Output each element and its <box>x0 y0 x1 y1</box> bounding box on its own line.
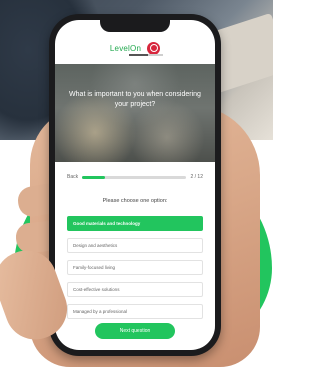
phone-screen: LevelOn What is important to you when co… <box>55 20 215 350</box>
options-list: Good materials and technology Design and… <box>67 216 203 326</box>
app-header: LevelOn <box>55 34 215 62</box>
hero-banner: What is important to you when considerin… <box>55 64 215 162</box>
instruction-text: Please choose one option: <box>102 198 168 204</box>
option-item[interactable]: Family-focused living <box>67 260 203 275</box>
question-title: What is important to you when considerin… <box>69 91 201 108</box>
back-link[interactable]: Back <box>67 174 78 180</box>
progress-bar <box>82 175 187 179</box>
option-item[interactable]: Good materials and technology <box>67 216 203 231</box>
phone-notch <box>100 20 170 32</box>
header-progress-indicator <box>129 54 163 56</box>
logo-text: LevelOn <box>109 43 142 53</box>
progress-bar-fill <box>82 175 106 179</box>
step-counter: 2 / 12 <box>190 174 203 180</box>
quiz-progress: Back 2 / 12 <box>67 172 203 182</box>
option-item[interactable]: Managed by a professional <box>67 304 203 319</box>
next-question-button[interactable]: Next question <box>95 323 175 339</box>
option-item[interactable]: Design and aesthetics <box>67 238 203 253</box>
option-item[interactable]: Cost-effective solutions <box>67 282 203 297</box>
logo-icon <box>147 41 161 55</box>
phone-device: LevelOn What is important to you when co… <box>49 14 221 356</box>
hero-photo <box>55 64 215 162</box>
